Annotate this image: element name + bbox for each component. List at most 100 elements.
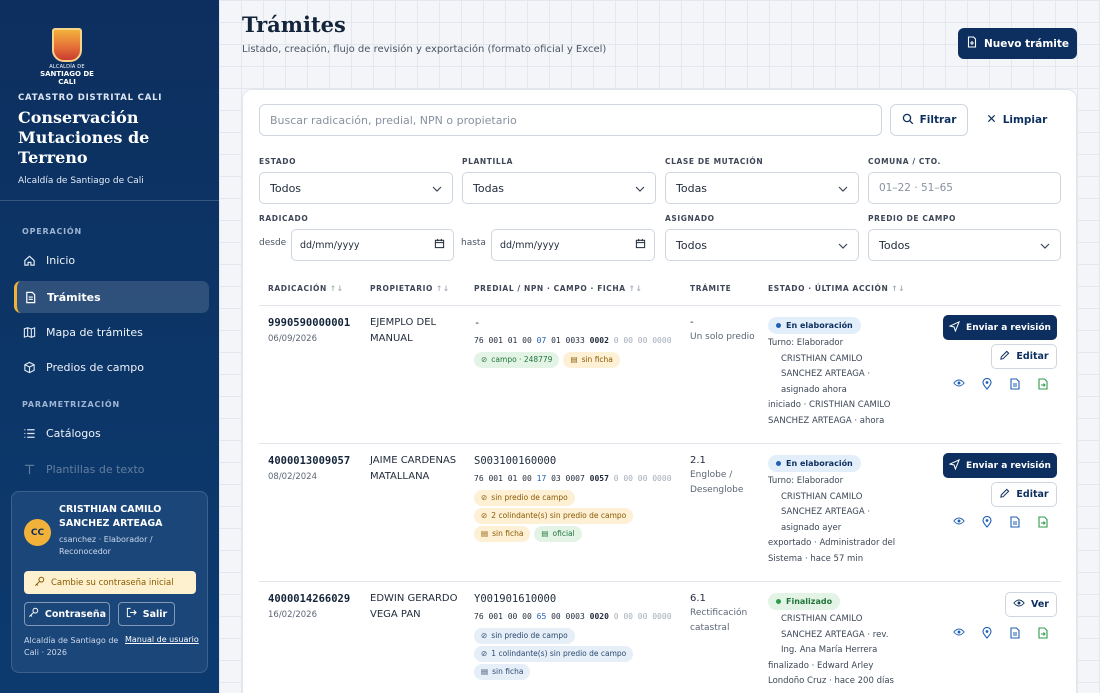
logout-button[interactable]: Salir (118, 602, 175, 626)
clear-button[interactable]: Limpiar (982, 104, 1052, 136)
cali-crest-icon (52, 28, 82, 62)
predial-cell: Y001901610000 76 001 00 00 65 00 0003 00… (474, 591, 684, 680)
export-file-icon[interactable] (1029, 516, 1057, 528)
app-subtitle: Alcaldía de Santiago de Cali (18, 176, 144, 186)
ficha-chip: ▤ sin ficha (563, 352, 620, 368)
user-name: CRISTHIAN CAMILO SANCHEZ ARTEAGA (59, 504, 163, 529)
radicacion-value[interactable]: 9990590000001 (268, 315, 350, 331)
col-propietario[interactable]: PROPIETARIO ↑↓ (370, 284, 450, 293)
filter-button[interactable]: Filtrar (890, 104, 968, 136)
date-from-input[interactable]: dd/mm/yyyy (291, 229, 454, 261)
view-button[interactable]: Ver (1005, 592, 1057, 617)
link-icon: ⊘ (481, 649, 488, 658)
estado-cell: En elaboración Turno: Elaborador CRISTHI… (768, 455, 938, 567)
edit-button[interactable]: Editar (991, 482, 1057, 507)
avatar: CC (24, 519, 51, 546)
main-content: Trámites Listado, creación, flujo de rev… (219, 0, 1100, 693)
file-icon: ▤ (481, 529, 489, 538)
file-text-icon[interactable] (1001, 627, 1029, 639)
eye-icon[interactable] (945, 378, 973, 390)
map-pin-icon[interactable] (973, 516, 1001, 528)
password-button[interactable]: Contraseña (24, 602, 110, 626)
propietario-value: EDWIN GERARDO VEGA PAN (370, 593, 458, 620)
chevron-down-icon (635, 182, 645, 195)
plantilla-label: PLANTILLA (462, 157, 514, 166)
sort-icon: ↑↓ (329, 284, 344, 293)
col-tramite: TRÁMITE (690, 284, 732, 293)
new-tramite-button[interactable]: Nuevo trámite (958, 28, 1077, 59)
eye-icon[interactable] (945, 516, 973, 528)
sidebar-item-predios[interactable]: Predios de campo (14, 351, 209, 383)
export-file-icon[interactable] (1029, 378, 1057, 390)
predial-cell: - 76 001 01 00 07 01 0033 0002 0 00 00 0… (474, 315, 684, 368)
app-title: Conservación Mutaciones de Terreno (18, 108, 150, 167)
ficha-chip: ▤ sin ficha (474, 664, 531, 680)
file-text-icon[interactable] (1001, 378, 1029, 390)
file-icon: ▤ (570, 355, 578, 364)
map-pin-icon[interactable] (973, 378, 1001, 390)
cube-icon (22, 360, 36, 374)
page-title: Trámites (242, 12, 346, 37)
eye-icon[interactable] (945, 627, 973, 639)
asignado-select[interactable]: Todos (665, 229, 859, 261)
predio-campo-select[interactable]: Todos (868, 229, 1061, 261)
campo-chip[interactable]: ⊘ campo · 248779 (474, 352, 560, 368)
sort-icon: ↑↓ (628, 284, 643, 293)
sort-icon: ↑↓ (891, 284, 906, 293)
ficha-chip: ▤ sin ficha (474, 526, 531, 542)
link-icon: ⊘ (481, 493, 488, 502)
sidebar-item-mapa[interactable]: Mapa de trámites (14, 316, 209, 348)
chevron-down-icon (432, 182, 442, 195)
manual-link[interactable]: Manual de usuario (125, 635, 199, 644)
send-review-button[interactable]: Enviar a revisión (943, 453, 1057, 478)
radicacion-date: 16/02/2026 (268, 610, 317, 620)
send-icon (948, 320, 961, 335)
map-pin-icon[interactable] (973, 627, 1001, 639)
user-role: csanchez · Elaborador / Reconocedor (59, 535, 153, 556)
sidebar-item-plantillas[interactable]: Plantillas de texto (14, 453, 209, 485)
clase-select[interactable]: Todas (665, 172, 859, 204)
send-review-button[interactable]: Enviar a revisión (943, 315, 1057, 340)
colindante-chip: ⊘ 2 colindante(s) sin predio de campo (474, 508, 634, 524)
search-input[interactable]: Buscar radicación, predial, NPN o propie… (259, 104, 882, 136)
col-radicacion[interactable]: RADICACIÓN ↑↓ (268, 284, 344, 293)
change-password-warning[interactable]: Cambie su contraseña inicial (24, 571, 196, 594)
tramite-cell: 6.1 Rectificación catastral (690, 593, 748, 633)
pencil-icon (999, 350, 1010, 364)
status-badge: En elaboración (768, 317, 861, 334)
comuna-input[interactable]: 01–22 · 51–65 (868, 172, 1061, 204)
sidebar-item-inicio[interactable]: Inicio (14, 244, 209, 276)
close-icon (987, 114, 996, 126)
radicacion-value[interactable]: 4000014266029 (268, 591, 350, 607)
radicacion-value[interactable]: 4000013009057 (268, 453, 350, 469)
npn-value: 76 001 01 00 17 03 0007 0057 0 00 00 000… (474, 474, 672, 483)
app-kicker: CATASTRO DISTRITAL CALI (18, 93, 163, 103)
sidebar-item-tramites[interactable]: Trámites (14, 281, 209, 313)
page-subtitle: Listado, creación, flujo de revisión y e… (242, 44, 607, 55)
map-icon (22, 325, 36, 339)
estado-select[interactable]: Todos (259, 172, 453, 204)
chevron-down-icon (838, 239, 848, 252)
radicado-label: RADICADO (259, 214, 309, 223)
sidebar-item-catalogos[interactable]: Catálogos (14, 417, 209, 449)
col-predial[interactable]: PREDIAL / NPN · CAMPO · FICHA ↑↓ (474, 284, 642, 293)
file-text-icon[interactable] (1001, 516, 1029, 528)
estado-cell: En elaboración Turno: Elaborador CRISTHI… (768, 317, 938, 429)
estado-label: ESTADO (259, 157, 297, 166)
comuna-label: COMUNA / CTO. (868, 157, 941, 166)
key-icon (28, 607, 39, 621)
col-estado[interactable]: ESTADO · ÚLTIMA ACCIÓN ↑↓ (768, 284, 905, 293)
search-icon (902, 113, 914, 128)
clase-label: CLASE DE MUTACIÓN (665, 157, 764, 166)
export-file-icon[interactable] (1029, 627, 1057, 639)
sidebar-divider (0, 200, 219, 201)
add-document-icon (966, 36, 978, 51)
sidebar: ALCALDÍA DE SANTIAGO DE CALI CATASTRO DI… (0, 0, 219, 693)
plantilla-select[interactable]: Todas (462, 172, 656, 204)
hasta-label: hasta (461, 238, 486, 248)
radicacion-date: 08/02/2024 (268, 472, 317, 482)
calendar-icon (434, 238, 445, 252)
date-to-input[interactable]: dd/mm/yyyy (491, 229, 655, 261)
edit-button[interactable]: Editar (991, 344, 1057, 369)
status-badge: En elaboración (768, 455, 861, 472)
